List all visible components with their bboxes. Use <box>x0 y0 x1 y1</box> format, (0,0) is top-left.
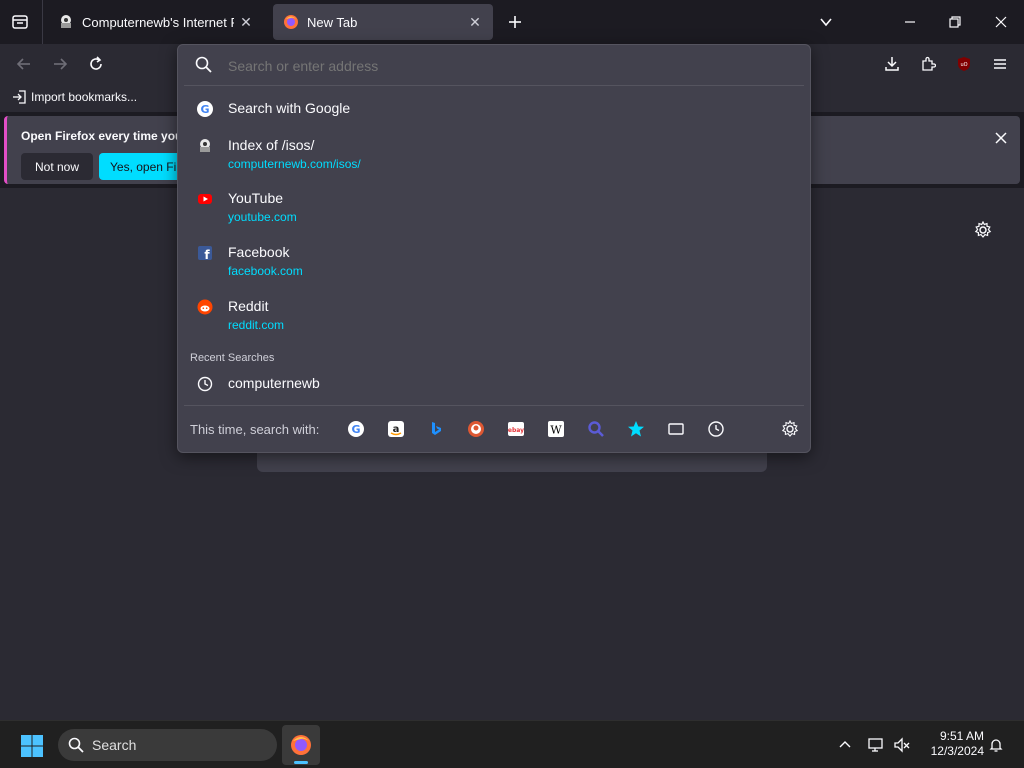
duckduckgo-engine-icon[interactable] <box>466 419 486 439</box>
urlbar-dropdown: G Search with Google Index of /isos/ com… <box>177 44 811 453</box>
clock-icon <box>196 375 214 393</box>
bookmarks-star-icon[interactable] <box>626 419 646 439</box>
show-hidden-icons-chevron-icon[interactable] <box>835 735 855 755</box>
divider <box>42 0 43 44</box>
ublock-origin-icon[interactable]: uO <box>952 52 976 76</box>
minimize-icon[interactable] <box>898 10 922 34</box>
back-arrow-icon[interactable] <box>12 52 36 76</box>
svg-text:uO: uO <box>960 62 967 68</box>
taskbar-search-label: Search <box>92 737 137 753</box>
facebook-icon: f <box>196 244 214 262</box>
taskbar-firefox-button[interactable] <box>282 725 320 765</box>
suggestion-url: youtube.com <box>228 210 297 224</box>
svg-text:a: a <box>393 424 400 435</box>
amazon-engine-icon[interactable]: a <box>386 419 406 439</box>
restore-icon[interactable] <box>943 10 967 34</box>
history-clock-icon[interactable] <box>706 419 726 439</box>
import-bookmarks-button[interactable]: Import bookmarks... <box>12 90 137 104</box>
windows-start-icon[interactable] <box>18 732 46 760</box>
import-icon <box>12 90 26 104</box>
customize-gear-icon[interactable] <box>971 218 995 242</box>
suggestion-facebook[interactable]: f Facebook facebook.com <box>188 244 800 284</box>
reddit-icon <box>196 298 214 316</box>
notification-bell-icon[interactable] <box>986 735 1006 755</box>
firefox-icon <box>283 14 299 30</box>
tab-title: Computernewb's Internet Pub | <box>82 14 234 30</box>
clock-time: 9:51 AM <box>939 729 984 743</box>
url-input[interactable] <box>228 55 788 77</box>
suggestion-computernewb-isos[interactable]: Index of /isos/ computernewb.com/isos/ <box>188 137 800 177</box>
youtube-icon <box>196 190 214 208</box>
svg-text:G: G <box>351 423 360 436</box>
close-notification-icon[interactable] <box>989 126 1013 150</box>
reload-icon[interactable] <box>84 52 108 76</box>
notification-text: Open Firefox every time you <box>21 129 183 143</box>
suggestion-title: YouTube <box>228 190 284 206</box>
hamburger-menu-icon[interactable] <box>988 52 1012 76</box>
volume-muted-icon[interactable] <box>892 735 912 755</box>
suggestion-reddit[interactable]: Reddit reddit.com <box>188 298 800 338</box>
suggestion-title: Index of /isos/ <box>228 137 315 153</box>
engine-search-icon[interactable] <box>586 419 606 439</box>
downloads-icon[interactable] <box>880 52 904 76</box>
suggestion-search-google[interactable]: G Search with Google <box>188 100 800 124</box>
not-now-button[interactable]: Not now <box>21 153 93 180</box>
new-tab-plus-icon[interactable] <box>503 10 527 34</box>
suggestion-title: Facebook <box>228 244 290 260</box>
google-icon: G <box>196 100 214 118</box>
network-icon[interactable] <box>866 735 886 755</box>
extensions-puzzle-icon[interactable] <box>916 52 940 76</box>
urlbar[interactable] <box>178 45 810 85</box>
yes-open-firefox-button[interactable]: Yes, open Fire <box>99 153 181 180</box>
tab-new-tab[interactable]: New Tab ✕ <box>273 4 493 40</box>
suggestion-url: reddit.com <box>228 318 285 332</box>
list-all-tabs-chevron-icon[interactable] <box>814 10 838 34</box>
recent-search-item[interactable]: computernewb <box>188 375 800 397</box>
divider <box>184 85 804 86</box>
taskbar-search-box[interactable]: Search <box>58 729 277 761</box>
suggestion-youtube[interactable]: YouTube youtube.com <box>188 190 800 230</box>
tab-close-icon[interactable]: ✕ <box>463 10 487 34</box>
tab-close-icon[interactable]: ✕ <box>234 10 258 34</box>
google-engine-icon[interactable]: G <box>346 419 366 439</box>
suggestion-title: Reddit <box>228 298 269 314</box>
svg-text:G: G <box>200 103 209 116</box>
ebay-engine-icon[interactable]: ebay <box>506 419 526 439</box>
suggestion-title: Search with Google <box>228 100 351 116</box>
recent-searches-heading: Recent Searches <box>190 352 275 364</box>
computernewb-favicon-icon <box>196 137 214 155</box>
search-icon <box>68 737 84 753</box>
bing-engine-icon[interactable] <box>426 419 446 439</box>
search-with-label: This time, search with: <box>190 422 320 437</box>
firefox-icon <box>289 733 313 757</box>
forward-arrow-icon[interactable] <box>48 52 72 76</box>
windows-taskbar: Search 9:51 AM 12/3/2024 <box>0 720 1024 768</box>
tabs-icon[interactable] <box>666 419 686 439</box>
recent-search-text: computernewb <box>228 375 320 391</box>
suggestion-url: computernewb.com/isos/ <box>228 157 361 171</box>
wikipedia-engine-icon[interactable]: W <box>546 419 566 439</box>
search-settings-gear-icon[interactable] <box>780 419 800 439</box>
clock-date: 12/3/2024 <box>930 744 984 758</box>
active-indicator <box>294 761 308 764</box>
computernewb-favicon-icon <box>58 14 74 30</box>
divider <box>184 405 804 406</box>
search-icon <box>195 56 213 74</box>
tab-computernewb[interactable]: Computernewb's Internet Pub | ✕ <box>48 4 264 40</box>
firefox-view-icon[interactable] <box>8 10 32 34</box>
svg-text:ebay: ebay <box>508 427 524 434</box>
svg-text:W: W <box>550 424 562 437</box>
tab-title: New Tab <box>307 14 358 30</box>
close-window-icon[interactable] <box>989 10 1013 34</box>
suggestion-url: facebook.com <box>228 264 303 278</box>
svg-text:f: f <box>204 248 210 261</box>
clock[interactable]: 9:51 AM 12/3/2024 <box>920 729 984 759</box>
import-bookmarks-label: Import bookmarks... <box>31 90 138 104</box>
tab-strip: Computernewb's Internet Pub | ✕ New Tab … <box>0 0 1024 44</box>
